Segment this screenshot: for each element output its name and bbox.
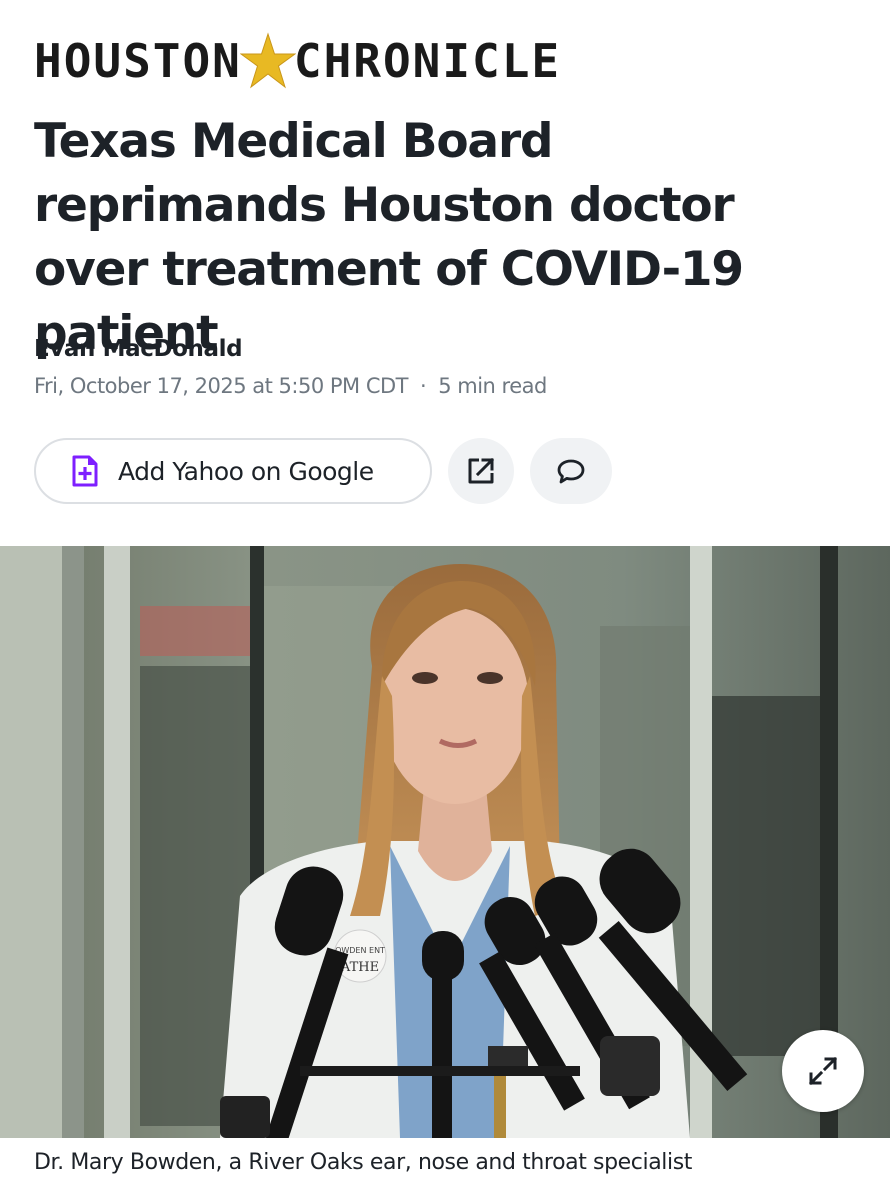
add-yahoo-on-google-button[interactable]: Add Yahoo on Google: [34, 438, 432, 504]
expand-photo-button[interactable]: [782, 1030, 864, 1112]
comment-icon: [557, 459, 585, 484]
article-meta: Fri, October 17, 2025 at 5:50 PM CDT · 5…: [34, 374, 547, 398]
expand-icon: [808, 1056, 838, 1086]
comments-button[interactable]: [530, 438, 612, 504]
masthead-logo[interactable]: HOUSTON CHRONICLE: [34, 30, 561, 92]
article-headline: Texas Medical Board reprimands Houston d…: [34, 114, 744, 361]
add-document-icon: [72, 455, 98, 487]
star-logo-icon: [239, 32, 296, 89]
article-photo[interactable]: OWDEN ENT ATHE: [0, 546, 890, 1138]
masthead-word-left: HOUSTON: [34, 34, 242, 88]
share-icon: [468, 457, 495, 484]
masthead-word-right: CHRONICLE: [293, 34, 562, 88]
share-button[interactable]: [448, 438, 514, 504]
publish-date: Fri, October 17, 2025 at 5:50 PM CDT: [34, 374, 409, 398]
meta-separator: ·: [420, 374, 427, 398]
photo-caption: Dr. Mary Bowden, a River Oaks ear, nose …: [34, 1150, 692, 1175]
author-name[interactable]: Evan MacDonald: [34, 336, 243, 362]
add-yahoo-on-google-label: Add Yahoo on Google: [118, 456, 374, 486]
read-time: 5 min read: [438, 374, 547, 398]
article-actions: Add Yahoo on Google: [34, 438, 612, 504]
photo-illustration: OWDEN ENT ATHE: [0, 546, 890, 1138]
coat-badge-text-bottom: ATHE: [340, 960, 379, 975]
